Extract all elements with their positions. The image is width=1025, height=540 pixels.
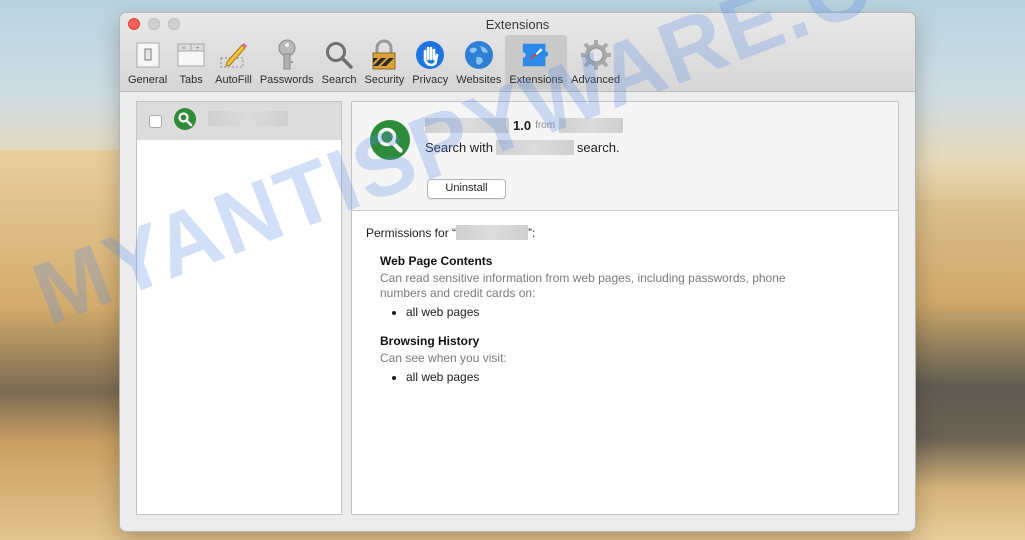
tab-label: Search (321, 74, 357, 86)
extension-title-line: 1.0 from (425, 118, 624, 133)
permission-browsing-history: Browsing History Can see when you visit:… (380, 334, 884, 385)
tab-passwords[interactable]: Passwords (256, 35, 318, 89)
globe-icon (463, 39, 495, 71)
tab-label: Privacy (412, 74, 449, 86)
safari-preferences-window: Extensions General × + Tabs AutoFill Pas… (120, 13, 915, 531)
extension-name-redacted (425, 118, 509, 133)
magnifier-icon (323, 39, 355, 71)
extensions-pane: 1.0 from Search with search. Uninstall P… (136, 101, 899, 515)
tab-search[interactable]: Search (318, 35, 361, 89)
permission-title: Web Page Contents (380, 254, 493, 268)
tab-label: Advanced (571, 74, 621, 86)
desktop-wallpaper-left (0, 150, 140, 540)
desktop-wallpaper-right (910, 200, 1025, 540)
green-search-icon (174, 107, 196, 135)
puzzle-compass-icon (520, 39, 552, 71)
permission-description: Can read sensitive information from web … (380, 271, 786, 300)
tab-websites[interactable]: Websites (452, 35, 505, 89)
svg-text:+: + (196, 46, 200, 52)
hand-icon (414, 39, 446, 71)
padlock-icon (368, 39, 400, 71)
tab-label: AutoFill (215, 74, 252, 86)
extension-list (136, 101, 342, 515)
description-suffix: search. (576, 140, 620, 155)
extension-version: 1.0 (513, 118, 532, 133)
title-bar: Extensions General × + Tabs AutoFill Pas… (120, 13, 915, 92)
extension-header: 1.0 from Search with search. Uninstall (352, 102, 898, 211)
developer-redacted (559, 118, 624, 133)
tab-autofill[interactable]: AutoFill (211, 35, 256, 89)
general-switch-icon (132, 39, 164, 71)
tab-label: Passwords (259, 74, 314, 86)
gear-icon (580, 39, 612, 71)
description-prefix: Search with (425, 140, 493, 155)
key-icon (271, 39, 303, 71)
uninstall-button[interactable]: Uninstall (427, 179, 506, 199)
tab-label: Tabs (179, 74, 203, 86)
tab-tabs[interactable]: × + Tabs (171, 35, 211, 89)
svg-text:×: × (182, 46, 186, 52)
permission-web-page-contents: Web Page Contents Can read sensitive inf… (380, 254, 884, 320)
permissions-suffix: ”: (528, 225, 536, 240)
permissions-prefix: Permissions for “ (366, 225, 457, 240)
permission-description: Can see when you visit: (380, 351, 507, 365)
tab-label: Websites (456, 74, 502, 86)
extension-name-redacted (208, 110, 288, 126)
extension-description: Search with search. (425, 140, 620, 155)
tab-privacy[interactable]: Privacy (408, 35, 452, 89)
tab-label: Security (364, 74, 405, 86)
tab-general[interactable]: General (124, 35, 171, 89)
green-search-icon (370, 120, 410, 160)
from-label: from (535, 120, 556, 131)
tab-security[interactable]: Security (360, 35, 408, 89)
tab-advanced[interactable]: Advanced (567, 35, 624, 89)
tab-label: Extensions (509, 74, 564, 86)
tabs-icon: × + (175, 39, 207, 71)
permission-target: all web pages (406, 305, 884, 320)
permissions-heading: Permissions for “ ”: (366, 225, 884, 240)
preferences-toolbar: General × + Tabs AutoFill Passwords Sear… (124, 35, 624, 89)
tab-extensions[interactable]: Extensions (505, 35, 568, 89)
permissions-section: Permissions for “ ”: Web Page Contents C… (352, 211, 898, 399)
enable-extension-checkbox[interactable] (149, 114, 162, 128)
pencil-icon (217, 39, 249, 71)
window-title: Extensions (485, 17, 550, 32)
description-redacted (495, 140, 574, 155)
permission-title: Browsing History (380, 334, 480, 348)
tab-label: General (128, 74, 168, 86)
permissions-name-redacted (456, 225, 529, 240)
extension-detail: 1.0 from Search with search. Uninstall P… (351, 101, 899, 515)
extension-list-item[interactable] (137, 102, 341, 140)
permission-target: all web pages (406, 370, 884, 385)
